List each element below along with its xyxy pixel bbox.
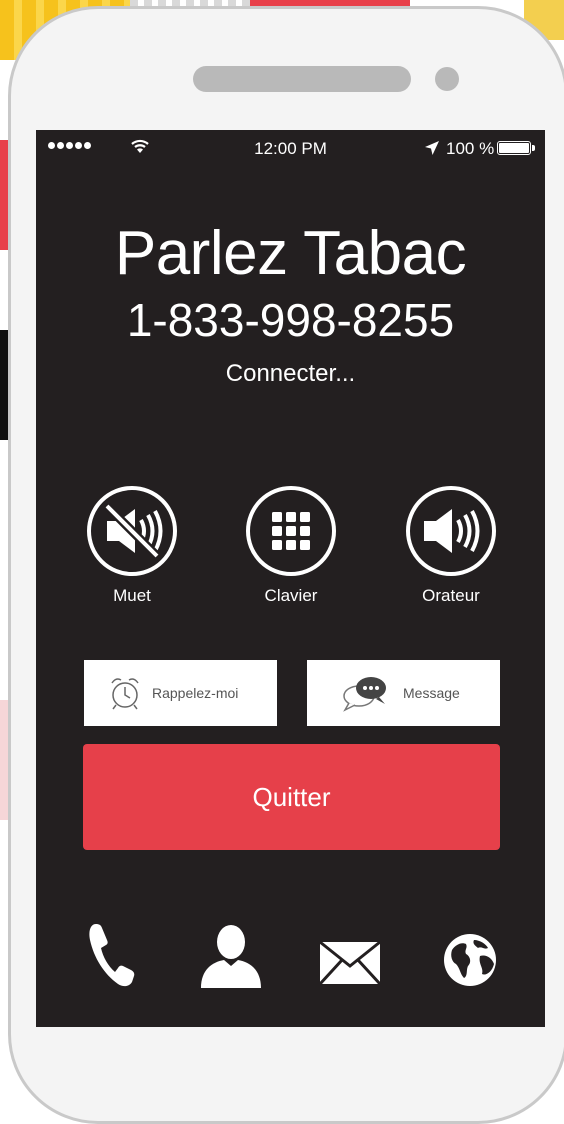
call-status: Connecter... <box>225 360 356 387</box>
message-button[interactable]: Message <box>307 660 500 726</box>
location-arrow-icon <box>425 141 439 155</box>
keypad-button[interactable]: Clavier <box>241 486 341 606</box>
phone-screen: 12:00 PM 100 % Parlez Tabac 1-833-998-82… <box>36 130 545 1027</box>
speaker-muted-icon <box>87 486 177 576</box>
mail-icon[interactable] <box>318 940 382 986</box>
globe-icon[interactable] <box>442 932 498 988</box>
speaker-label: Orateur <box>422 586 480 605</box>
chat-bubble-icon <box>343 677 386 712</box>
mute-label: Muet <box>113 586 151 605</box>
end-call-button[interactable]: Quitter <box>83 744 500 850</box>
message-label: Message <box>403 685 460 701</box>
phone-speaker <box>193 66 411 92</box>
end-call-label: Quitter <box>252 781 331 812</box>
status-bar: 12:00 PM 100 % <box>36 138 545 158</box>
phone-icon[interactable] <box>86 920 138 990</box>
speaker-button[interactable]: Orateur <box>401 486 501 606</box>
battery-percentage: 100 % <box>446 139 495 158</box>
contacts-icon[interactable] <box>198 920 264 990</box>
speaker-icon <box>406 486 496 576</box>
alarm-clock-icon <box>111 678 139 710</box>
keypad-icon <box>246 486 336 576</box>
battery-icon <box>497 141 531 155</box>
remind-me-button[interactable]: Rappelez-moi <box>84 660 277 726</box>
keypad-label: Clavier <box>264 586 318 605</box>
contact-name: Parlez Tabac <box>114 219 467 288</box>
contact-number: 1-833-998-8255 <box>126 294 455 346</box>
phone-camera <box>435 67 459 91</box>
remind-me-label: Rappelez-moi <box>152 685 239 701</box>
battery-tip <box>532 145 535 151</box>
mute-button[interactable]: Muet <box>82 486 182 606</box>
